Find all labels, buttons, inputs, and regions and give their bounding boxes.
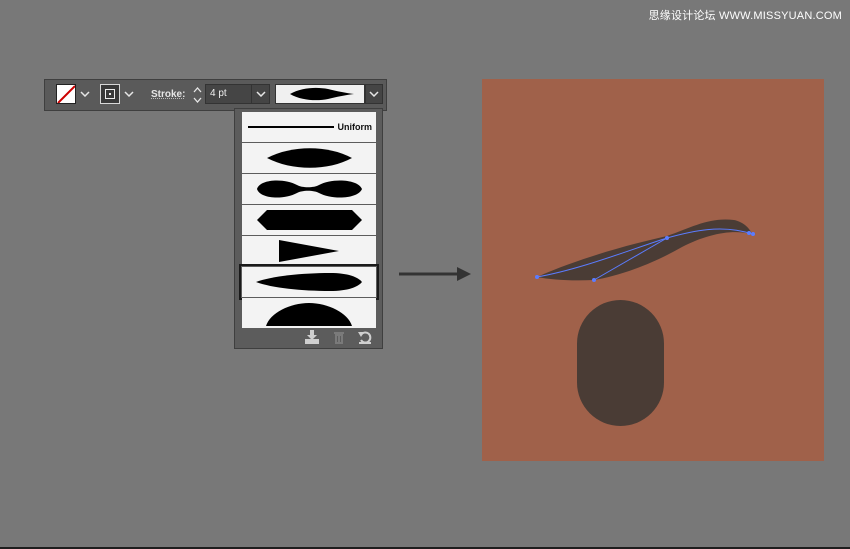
delete-profile-icon[interactable]	[331, 329, 347, 345]
watermark-text: 思缘设计论坛 WWW.MISSYUAN.COM	[648, 10, 842, 22]
none-slash-icon	[57, 85, 75, 103]
stroke-weight-chevron-icon[interactable]	[251, 84, 270, 104]
control-bar: Stroke: 4 pt	[44, 79, 387, 111]
fill-dropdown-chevron-icon[interactable]	[78, 85, 92, 103]
profile-option-3[interactable]	[242, 205, 376, 235]
profile-preview-shape	[290, 87, 354, 101]
spinner-up-icon	[193, 87, 202, 93]
profile-option-5[interactable]	[239, 264, 379, 300]
stroke-swatch[interactable]	[100, 84, 120, 104]
stroke-label[interactable]: Stroke:	[151, 89, 185, 100]
artboard[interactable]	[482, 79, 824, 461]
width-profile-panel: Uniform	[234, 108, 383, 349]
profile-option-2[interactable]	[242, 174, 376, 204]
handle-point	[592, 278, 596, 282]
add-to-profiles-icon[interactable]	[304, 329, 320, 345]
stroke-swatch-dot	[109, 93, 111, 95]
anchor-point	[665, 236, 669, 240]
anchor-point	[751, 232, 755, 236]
arrow-right-icon	[399, 267, 471, 281]
rounded-capsule	[577, 300, 664, 426]
profile-option-1[interactable]	[242, 143, 376, 173]
stroke-weight-spinner[interactable]	[191, 84, 204, 106]
spinner-down-icon	[193, 97, 202, 103]
stroke-dropdown-chevron-icon[interactable]	[122, 85, 136, 103]
profile-dropdown-chevron-icon[interactable]	[365, 84, 383, 104]
reset-profiles-icon[interactable]	[357, 329, 373, 345]
artboard-canvas	[535, 219, 755, 426]
profile-option-uniform[interactable]: Uniform	[242, 112, 376, 142]
uniform-label: Uniform	[337, 122, 373, 132]
variable-width-profile-select[interactable]	[275, 84, 365, 104]
profile-option-6[interactable]	[242, 298, 376, 328]
profile-option-4[interactable]	[242, 236, 376, 266]
fill-swatch[interactable]	[56, 84, 76, 104]
anchor-point	[535, 275, 539, 279]
handle-point	[747, 231, 751, 235]
